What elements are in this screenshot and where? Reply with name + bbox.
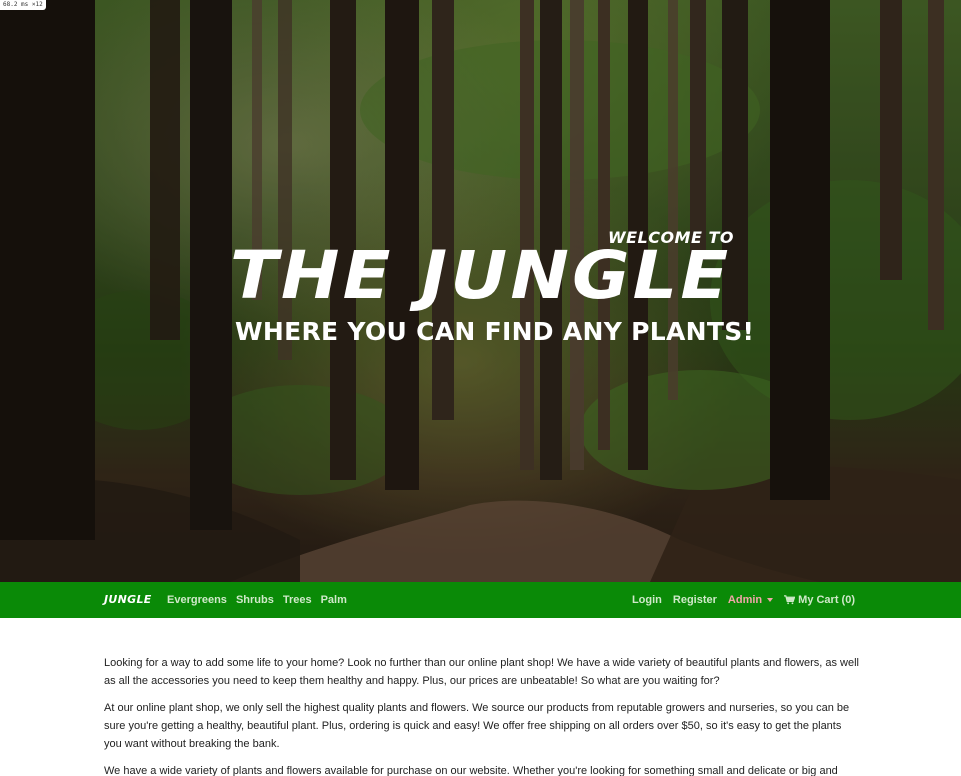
account-nav: Login Register Admin My Cart (0) [621, 582, 855, 618]
intro-paragraph-2: At our online plant shop, we only sell t… [104, 702, 850, 750]
nav-link-evergreens[interactable]: Evergreens [167, 594, 227, 606]
intro-paragraph-3: We have a wide variety of plants and flo… [104, 765, 838, 776]
nav-link-palm[interactable]: Palm [321, 594, 347, 606]
nav-link-trees[interactable]: Trees [283, 594, 312, 606]
login-link[interactable]: Login [632, 594, 662, 606]
cart-link[interactable]: My Cart (0) [784, 594, 855, 606]
brand-logo-link[interactable]: JUNGLE [104, 582, 152, 618]
admin-dropdown[interactable]: Admin [727, 594, 774, 606]
intro-content: Looking for a way to add some life to yo… [104, 654, 859, 776]
hero-subtitle: WHERE YOU CAN FIND ANY PLANTS! [235, 317, 755, 346]
category-nav: Evergreens Shrubs Trees Palm [167, 582, 356, 618]
admin-dropdown-label: Admin [727, 594, 763, 606]
register-link[interactable]: Register [673, 594, 717, 606]
main-navbar: JUNGLE Evergreens Shrubs Trees Palm Logi… [0, 582, 961, 618]
intro-paragraph-1: Looking for a way to add some life to yo… [104, 657, 859, 687]
hero-title: THE JUNGLE [230, 237, 732, 314]
debug-timing-badge: 68.2 ms ×12 [0, 0, 46, 10]
hero-banner: WELCOME TO THE JUNGLE WHERE YOU CAN FIND… [0, 0, 961, 582]
shopping-cart-icon [784, 595, 796, 605]
nav-link-shrubs[interactable]: Shrubs [236, 594, 274, 606]
caret-down-icon [767, 598, 774, 602]
cart-label: My Cart (0) [798, 594, 855, 606]
